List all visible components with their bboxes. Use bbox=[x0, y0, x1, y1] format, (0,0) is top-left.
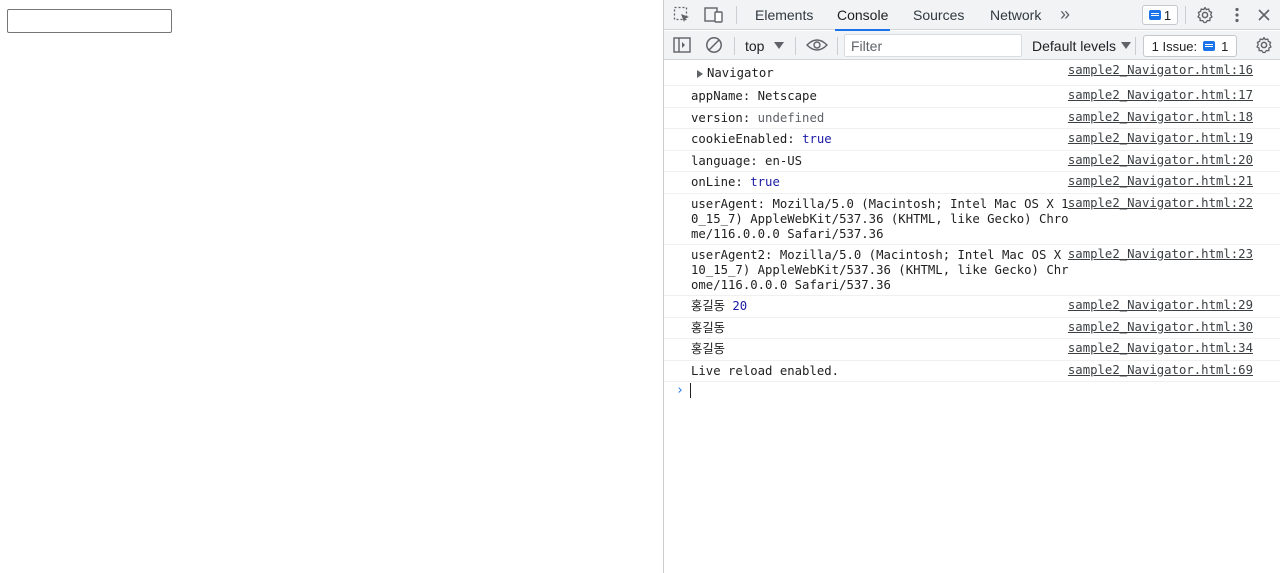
source-link[interactable]: sample2_Navigator.html:21 bbox=[1068, 174, 1253, 189]
context-selector[interactable]: top bbox=[745, 35, 785, 56]
log-levels-label: Default levels bbox=[1032, 37, 1117, 54]
console-row: 홍길동 sample2_Navigator.html:34 bbox=[664, 339, 1280, 361]
log-key: appName: bbox=[691, 89, 758, 103]
more-tabs-icon[interactable]: » bbox=[1055, 4, 1075, 24]
source-link[interactable]: sample2_Navigator.html:17 bbox=[1068, 88, 1253, 103]
source-link[interactable]: sample2_Navigator.html:34 bbox=[1068, 341, 1253, 356]
log-key: 홍길동 bbox=[691, 342, 725, 356]
expand-triangle-icon[interactable] bbox=[697, 69, 703, 78]
console-row: onLine: true sample2_Navigator.html:21 bbox=[664, 172, 1280, 194]
console-output: Navigator sample2_Navigator.html:16 appN… bbox=[664, 61, 1280, 398]
text-caret bbox=[689, 383, 691, 398]
source-link[interactable]: sample2_Navigator.html:20 bbox=[1068, 153, 1253, 168]
console-message: userAgent2: Mozilla/5.0 (Macintosh; Inte… bbox=[691, 248, 1071, 293]
issue-icon bbox=[1203, 41, 1216, 51]
log-key: language: bbox=[691, 154, 766, 168]
source-link[interactable]: sample2_Navigator.html:19 bbox=[1068, 131, 1253, 146]
log-value: true bbox=[802, 132, 832, 146]
settings-icon[interactable] bbox=[1195, 5, 1215, 25]
log-key: userAgent: bbox=[691, 197, 773, 211]
devtools-panel: Elements Console Sources Network » 1 top… bbox=[663, 0, 1280, 573]
inspected-page bbox=[0, 0, 663, 573]
console-message[interactable]: Navigator bbox=[697, 66, 1077, 81]
log-key: userAgent2: bbox=[691, 248, 780, 262]
log-key: onLine: bbox=[691, 175, 751, 189]
console-message: onLine: true bbox=[691, 175, 1071, 190]
console-message: language: en-US bbox=[691, 154, 1071, 169]
source-link[interactable]: sample2_Navigator.html:69 bbox=[1068, 363, 1253, 378]
console-settings-icon[interactable] bbox=[1254, 35, 1274, 55]
source-link[interactable]: sample2_Navigator.html:22 bbox=[1068, 196, 1253, 211]
more-options-icon[interactable] bbox=[1227, 5, 1247, 25]
live-expression-eye-icon[interactable] bbox=[805, 35, 829, 55]
tabbar-separator bbox=[1185, 6, 1186, 24]
log-key: cookieEnabled: bbox=[691, 132, 803, 146]
tabbar-separator bbox=[736, 6, 737, 24]
console-row: appName: Netscape sample2_Navigator.html… bbox=[664, 86, 1280, 108]
issues-count: 1 bbox=[1221, 38, 1229, 54]
issues-label: 1 Issue: bbox=[1151, 38, 1198, 54]
console-message: userAgent: Mozilla/5.0 (Macintosh; Intel… bbox=[691, 197, 1071, 242]
log-value: 20 bbox=[732, 299, 748, 313]
tab-console-label: Console bbox=[837, 7, 889, 23]
source-link[interactable]: sample2_Navigator.html:18 bbox=[1068, 110, 1253, 125]
console-row: version: undefined sample2_Navigator.htm… bbox=[664, 108, 1280, 129]
log-value: Netscape bbox=[757, 89, 817, 103]
log-key: version: bbox=[691, 111, 758, 125]
chevron-down-icon bbox=[774, 42, 785, 49]
console-prompt[interactable]: › bbox=[676, 383, 691, 398]
context-label: top bbox=[745, 37, 765, 54]
console-message: cookieEnabled: true bbox=[691, 132, 1071, 147]
log-key: Live reload enabled. bbox=[691, 364, 840, 378]
console-toolbar: top Default levels 1 Issue: 1 bbox=[664, 31, 1280, 60]
messages-count: 1 bbox=[1163, 7, 1172, 23]
device-toolbar-icon[interactable] bbox=[704, 5, 724, 25]
log-value: undefined bbox=[757, 111, 825, 125]
console-message: Live reload enabled. bbox=[691, 364, 1071, 379]
toolbar-separator bbox=[1135, 37, 1136, 55]
console-row: userAgent2: Mozilla/5.0 (Macintosh; Inte… bbox=[664, 245, 1280, 296]
tab-network[interactable]: Network bbox=[988, 0, 1043, 30]
log-key: 홍길동 bbox=[691, 321, 725, 335]
console-message: 홍길동 bbox=[691, 342, 1071, 357]
console-row: 홍길동 sample2_Navigator.html:30 bbox=[664, 318, 1280, 339]
inspect-element-icon[interactable] bbox=[672, 5, 692, 25]
issues-button[interactable]: 1 Issue: 1 bbox=[1143, 35, 1237, 57]
source-link[interactable]: sample2_Navigator.html:16 bbox=[1068, 63, 1253, 78]
console-message: 홍길동 bbox=[691, 321, 1071, 336]
prompt-chevron-icon: › bbox=[676, 383, 684, 398]
sidebar-toggle-icon[interactable] bbox=[672, 35, 692, 55]
source-link[interactable]: sample2_Navigator.html:29 bbox=[1068, 298, 1253, 313]
devtools-tabbar: Elements Console Sources Network » 1 bbox=[664, 0, 1280, 31]
console-message: 홍길동 20 bbox=[691, 299, 1071, 314]
source-link[interactable]: sample2_Navigator.html:23 bbox=[1068, 247, 1253, 262]
console-row: language: en-US sample2_Navigator.html:2… bbox=[664, 151, 1280, 172]
console-row: Live reload enabled. sample2_Navigator.h… bbox=[664, 361, 1280, 382]
console-row: cookieEnabled: true sample2_Navigator.ht… bbox=[664, 129, 1280, 151]
source-link[interactable]: sample2_Navigator.html:30 bbox=[1068, 320, 1253, 335]
log-value: true bbox=[750, 175, 780, 189]
console-row: userAgent: Mozilla/5.0 (Macintosh; Intel… bbox=[664, 194, 1280, 245]
messages-badge[interactable]: 1 bbox=[1142, 5, 1178, 25]
chevron-down-icon bbox=[1121, 42, 1132, 49]
log-value: en-US bbox=[765, 154, 803, 168]
console-row: 홍길동 20 sample2_Navigator.html:29 bbox=[664, 296, 1280, 318]
tab-sources[interactable]: Sources bbox=[911, 0, 966, 30]
log-key: 홍길동 bbox=[691, 299, 733, 313]
close-icon[interactable] bbox=[1254, 5, 1274, 25]
page-text-input[interactable] bbox=[7, 9, 172, 33]
clear-console-icon[interactable] bbox=[704, 35, 724, 55]
toolbar-separator bbox=[795, 37, 796, 55]
filter-input[interactable] bbox=[844, 34, 1022, 57]
toolbar-separator bbox=[837, 37, 838, 55]
tab-console[interactable]: Console bbox=[835, 0, 891, 31]
tab-elements[interactable]: Elements bbox=[753, 0, 815, 30]
console-row: Navigator sample2_Navigator.html:16 bbox=[664, 61, 1280, 86]
log-levels-dropdown[interactable]: Default levels bbox=[1032, 35, 1132, 56]
console-message: version: undefined bbox=[691, 111, 1071, 126]
object-label: Navigator bbox=[707, 66, 774, 80]
toolbar-separator bbox=[734, 37, 735, 55]
console-message: appName: Netscape bbox=[691, 89, 1071, 104]
message-icon bbox=[1148, 10, 1161, 20]
